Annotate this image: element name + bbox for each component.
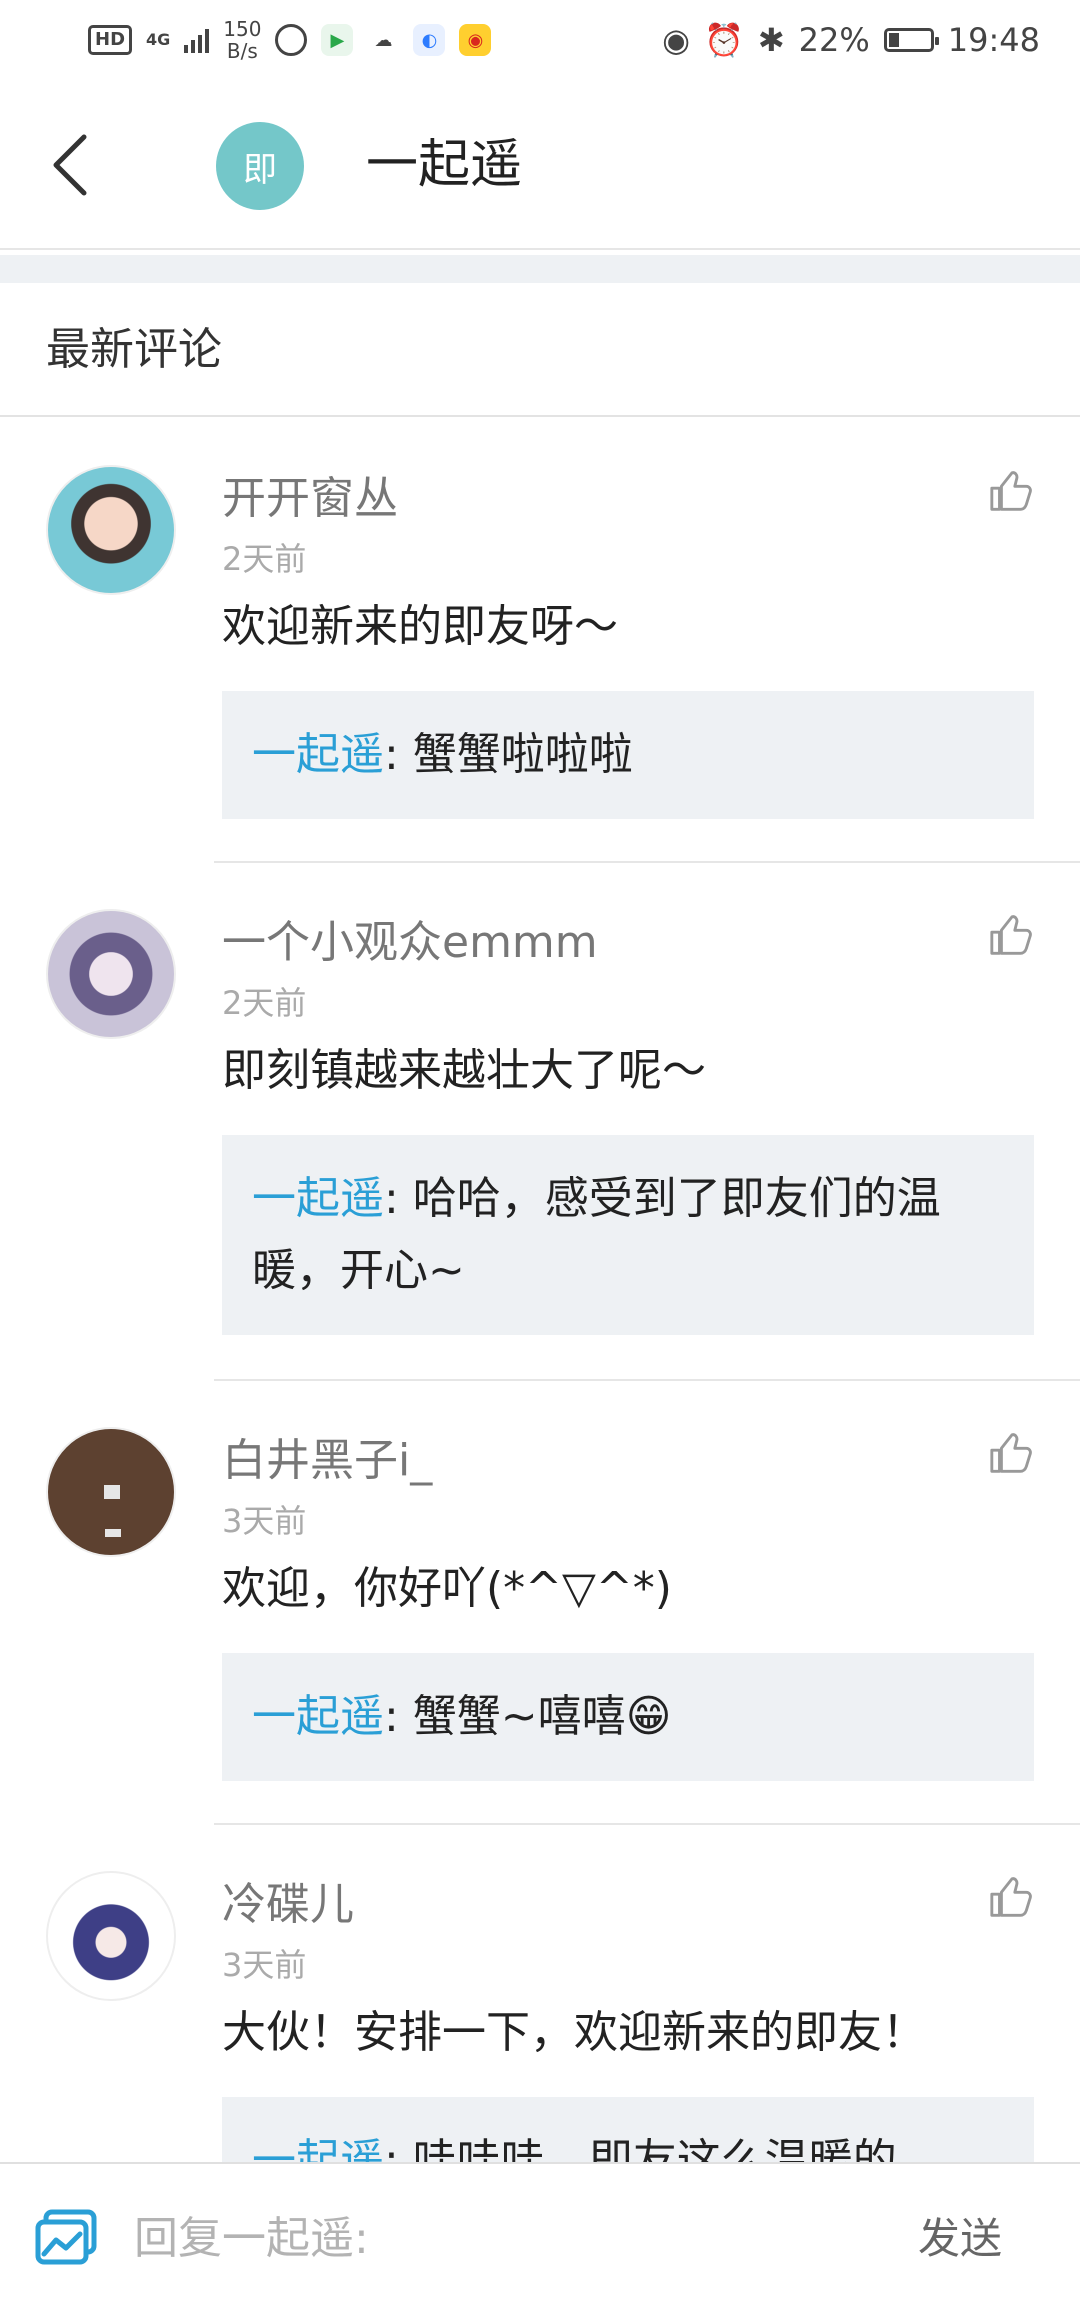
signal-icon <box>184 27 210 53</box>
section-title: 最新评论 <box>0 283 1080 417</box>
comment-text: 即刻镇越来越壮大了呢～ <box>222 1045 706 1096</box>
comment-time: 2天前 <box>222 540 307 578</box>
bluetooth-icon: ✱ <box>757 21 785 59</box>
reply-box[interactable]: 一起遥: 哈哈，感受到了即友们的温暖，开心~ <box>222 1135 1034 1335</box>
reply-text: : 蟹蟹~嘻嘻😁 <box>384 1691 672 1742</box>
comment-text: 欢迎新来的即友呀～ <box>222 601 618 652</box>
send-button[interactable]: 发送 <box>918 2204 1002 2274</box>
status-left: HD 4G 150 B/s ▶ ☁ ◐ ◉ <box>88 18 492 62</box>
network-speed: 150 B/s <box>223 18 261 62</box>
comment-text: 欢迎，你好吖(*^▽^*) <box>222 1563 672 1614</box>
user-avatar[interactable] <box>46 1427 176 1557</box>
comment-text: 大伙！安排一下，欢迎新来的即友！ <box>222 2007 926 2058</box>
speed-unit: B/s <box>226 39 258 63</box>
comment-time: 3天前 <box>222 1502 307 1540</box>
cloud-icon: ☁ <box>374 29 393 51</box>
hd-icon: HD <box>88 25 133 55</box>
divider <box>214 861 1080 863</box>
battery-icon <box>883 28 939 52</box>
reply-box[interactable]: 一起遥: 蟹蟹~嘻嘻😁 <box>222 1653 1034 1781</box>
topic-avatar[interactable]: 即 <box>216 122 304 210</box>
reply-text: : 蟹蟹啦啦啦 <box>384 729 633 780</box>
page-title[interactable]: 一起遥 <box>366 130 522 200</box>
thumbs-up-icon[interactable] <box>988 1875 1034 1921</box>
reply-box[interactable]: 一起遥: 蟹蟹啦啦啦 <box>222 691 1034 819</box>
status-right: ◉ ⏰ ✱ 22% 19:48 <box>662 21 1040 59</box>
back-button[interactable] <box>40 125 100 205</box>
user-avatar[interactable] <box>46 1871 176 2001</box>
reply-author[interactable]: 一起遥 <box>252 729 384 780</box>
comment-username[interactable]: 白井黑子i_ <box>222 1431 432 1491</box>
browser-app-icon: ◐ <box>413 24 446 56</box>
divider <box>214 1379 1080 1381</box>
reply-input[interactable] <box>134 2206 854 2270</box>
network-label: 4G <box>146 30 171 49</box>
eye-comfort-icon: ◉ <box>662 21 690 59</box>
comment-username[interactable]: 开开窗丛 <box>222 469 398 529</box>
thumbs-up-icon[interactable] <box>988 913 1034 959</box>
comment-username[interactable]: 冷碟儿 <box>222 1875 354 1935</box>
speed-value: 150 <box>223 17 262 41</box>
app-notification-icon <box>275 24 308 56</box>
header: 即 一起遥 <box>0 80 1080 250</box>
weibo-icon: ◉ <box>459 24 492 56</box>
reply-bar: 发送 <box>0 2162 1080 2312</box>
alarm-icon: ⏰ <box>704 21 744 59</box>
user-avatar[interactable] <box>46 909 176 1039</box>
battery-percent: 22% <box>798 21 870 59</box>
section-separator <box>0 255 1080 283</box>
comment-username[interactable]: 一个小观众emmm <box>222 913 598 973</box>
reply-author[interactable]: 一起遥 <box>252 1691 384 1742</box>
reply-author[interactable]: 一起遥 <box>252 1173 384 1224</box>
divider <box>214 1823 1080 1825</box>
image-picker-icon[interactable] <box>34 2208 98 2268</box>
comment-time: 2天前 <box>222 984 307 1022</box>
status-bar: HD 4G 150 B/s ▶ ☁ ◐ ◉ ◉ ⏰ ✱ 22% 19:48 <box>0 0 1080 80</box>
clock: 19:48 <box>947 21 1040 59</box>
video-app-icon: ▶ <box>321 24 354 56</box>
comment-time: 3天前 <box>222 1946 307 1984</box>
user-avatar[interactable] <box>46 465 176 595</box>
thumbs-up-icon[interactable] <box>988 469 1034 515</box>
chevron-left-icon <box>53 134 87 196</box>
thumbs-up-icon[interactable] <box>988 1431 1034 1477</box>
